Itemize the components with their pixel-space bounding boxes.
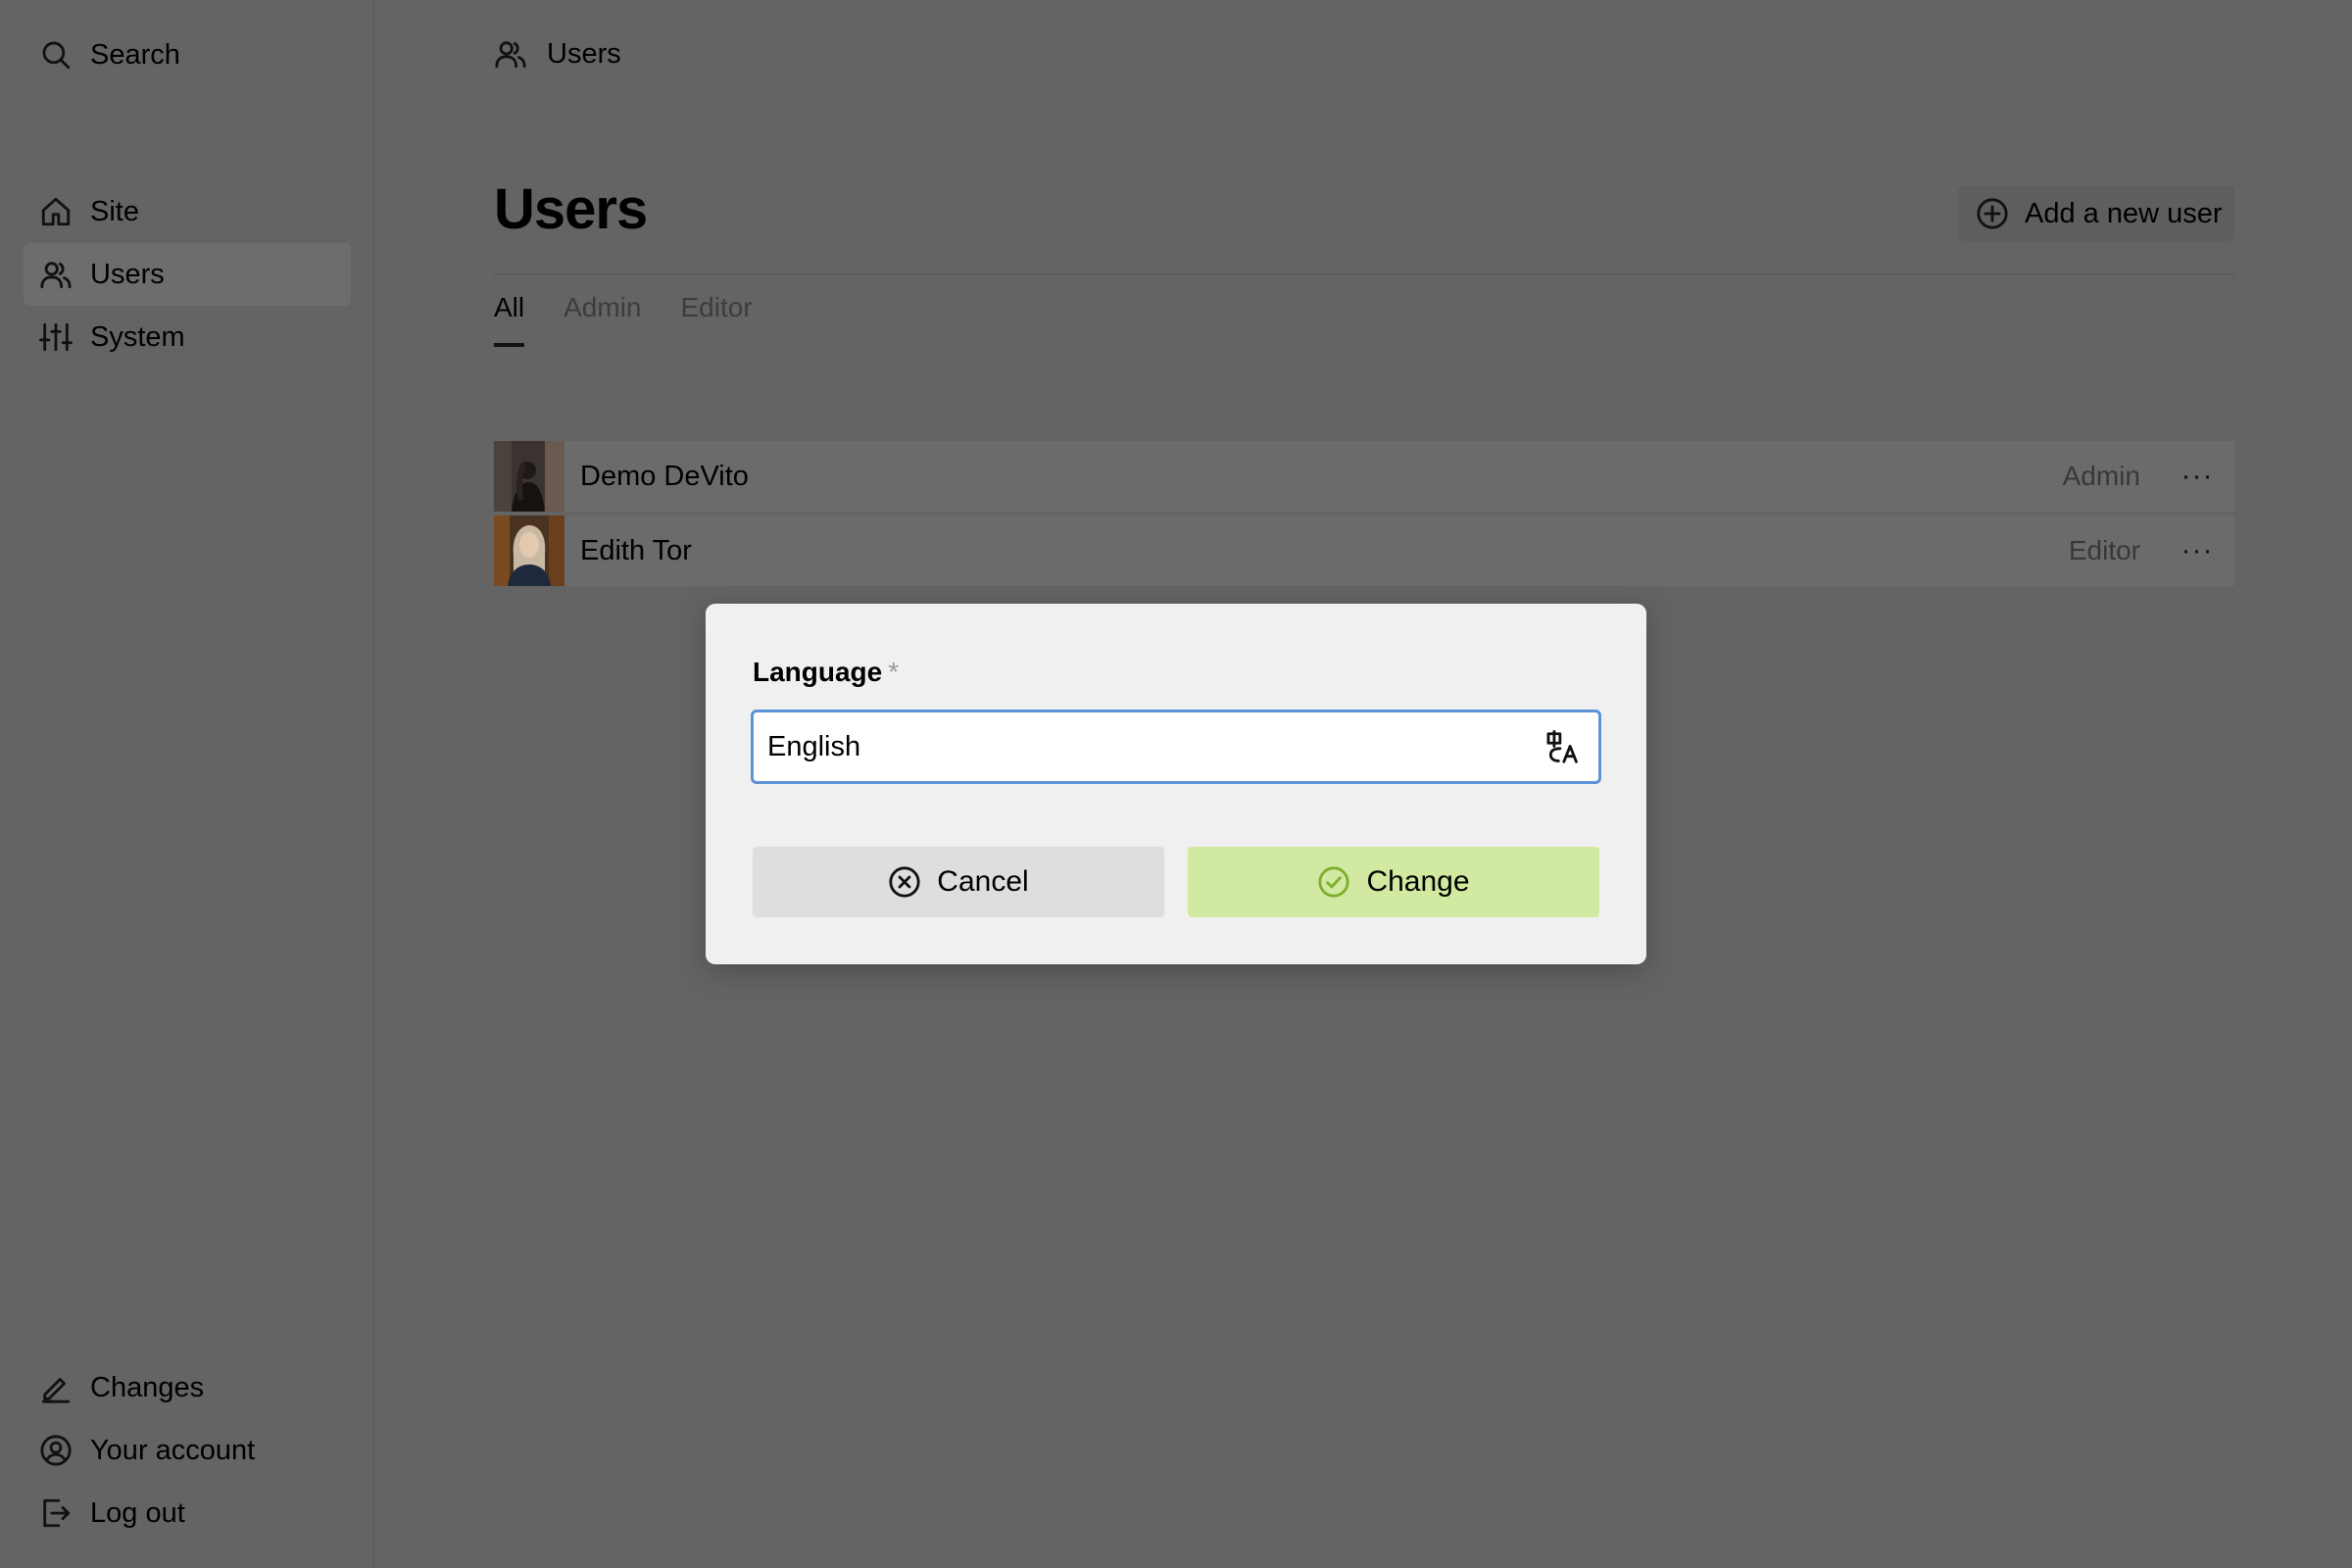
role-tabs: All Admin Editor: [494, 292, 792, 347]
add-user-button[interactable]: Add a new user: [1958, 186, 2234, 241]
sidebar-item-label: System: [90, 320, 185, 353]
user-name[interactable]: Demo DeVito: [580, 461, 2063, 493]
change-label: Change: [1366, 865, 1470, 898]
plus-circle-icon: [1977, 198, 2008, 229]
cancel-button[interactable]: Cancel: [753, 847, 1164, 917]
users-icon: [40, 262, 72, 289]
required-marker: *: [888, 657, 900, 687]
language-field-label: Language *: [753, 657, 899, 688]
users-icon: [495, 41, 526, 69]
search-button[interactable]: Search: [24, 24, 351, 86]
sidebar-item-changes[interactable]: Changes: [24, 1356, 351, 1419]
table-row[interactable]: Edith Tor Editor ···: [494, 515, 2234, 586]
sliders-icon: [39, 322, 73, 352]
tab-all[interactable]: All: [494, 292, 525, 347]
close-circle-icon: [889, 866, 920, 898]
tab-admin[interactable]: Admin: [564, 292, 641, 347]
cancel-label: Cancel: [937, 865, 1029, 898]
home-icon: [41, 197, 71, 226]
user-role: Editor: [2068, 535, 2140, 565]
page-title: Users: [494, 177, 648, 241]
breadcrumb-label: Users: [547, 37, 621, 70]
sidebar-item-label: Users: [90, 258, 165, 290]
label-text: Language: [753, 657, 883, 687]
language-input[interactable]: [751, 710, 1601, 784]
divider: [494, 273, 2234, 275]
sidebar-item-account[interactable]: Your account: [24, 1419, 351, 1482]
change-button[interactable]: Change: [1188, 847, 1599, 917]
pencil-icon: [41, 1378, 71, 1403]
breadcrumb[interactable]: Users: [494, 29, 621, 78]
sidebar-item-label: Log out: [90, 1496, 185, 1529]
more-options-icon[interactable]: ···: [2178, 534, 2217, 567]
language-dialog: Language* Cancel Change: [706, 604, 1646, 964]
sidebar: Search Site Users System Changes Your ac…: [0, 0, 374, 1568]
sidebar-item-users[interactable]: Users: [24, 243, 351, 306]
avatar: [494, 515, 564, 586]
sidebar-item-label: Site: [90, 195, 139, 227]
sidebar-item-label: Changes: [90, 1371, 205, 1403]
search-label: Search: [90, 38, 180, 71]
user-circle-icon: [40, 1435, 72, 1466]
avatar: [494, 441, 564, 512]
tab-editor[interactable]: Editor: [681, 292, 753, 347]
logout-icon: [43, 1498, 71, 1528]
sidebar-item-system[interactable]: System: [24, 306, 351, 368]
add-user-label: Add a new user: [2025, 197, 2223, 229]
search-icon: [42, 41, 71, 70]
more-options-icon[interactable]: ···: [2178, 460, 2217, 493]
user-name[interactable]: Edith Tor: [580, 535, 2069, 567]
sidebar-item-logout[interactable]: Log out: [24, 1482, 351, 1544]
table-row[interactable]: Demo DeVito Admin ···: [494, 441, 2234, 512]
user-role: Admin: [2062, 461, 2140, 491]
sidebar-item-label: Your account: [90, 1434, 256, 1466]
sidebar-item-site[interactable]: Site: [24, 180, 351, 243]
translate-icon[interactable]: [1544, 729, 1582, 766]
check-circle-icon: [1318, 866, 1350, 898]
